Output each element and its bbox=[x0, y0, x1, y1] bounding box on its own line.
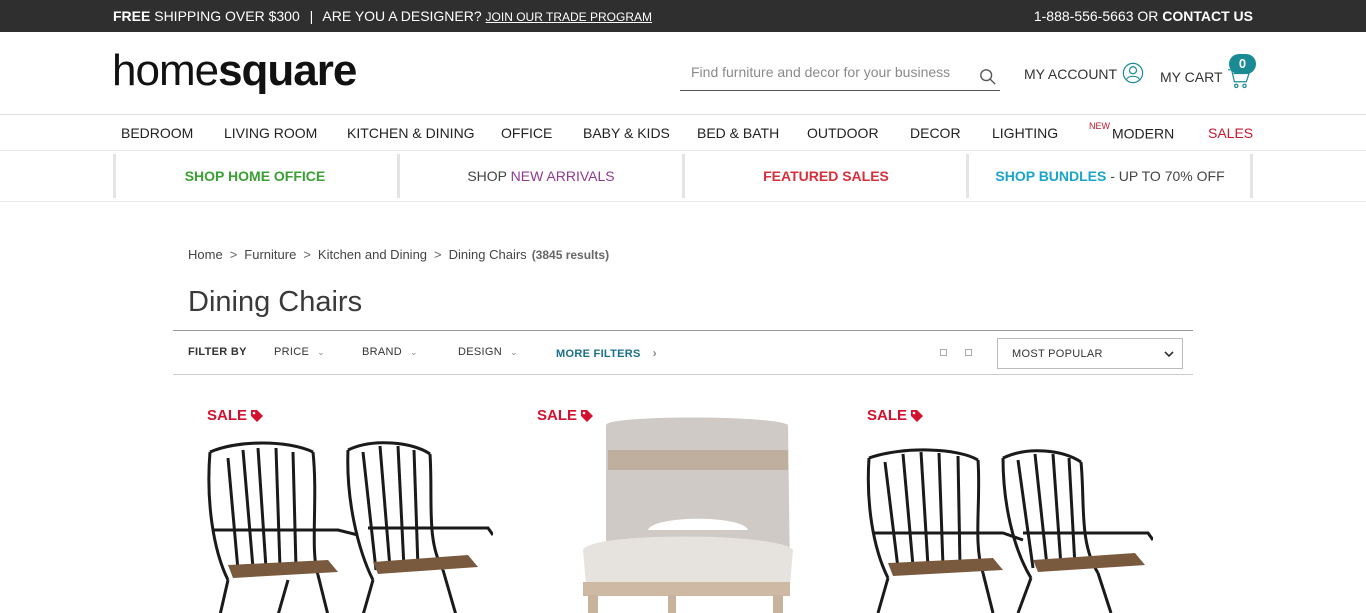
chevron-down-icon bbox=[1164, 351, 1174, 358]
sort-select[interactable]: MOST POPULAR bbox=[997, 338, 1183, 369]
promo-new-arrivals[interactable]: SHOP NEW ARRIVALS bbox=[399, 154, 683, 198]
account-label: MY ACCOUNT bbox=[1024, 66, 1118, 82]
bundles-suffix: - UP TO 70% OFF bbox=[1110, 168, 1225, 184]
chevron-down-icon: ⌄ bbox=[410, 347, 418, 357]
more-filters-label: MORE FILTERS bbox=[556, 348, 641, 360]
design-filter-label: DESIGN bbox=[458, 346, 502, 358]
sort-selected-value: MOST POPULAR bbox=[1012, 348, 1103, 360]
free-label: FREE bbox=[113, 8, 151, 24]
search-icon[interactable] bbox=[979, 68, 997, 86]
nav-item-decor[interactable]: DECOR bbox=[910, 125, 961, 141]
chevron-right-icon: › bbox=[652, 346, 657, 360]
breadcrumb-separator: > bbox=[434, 247, 442, 262]
cart-count-badge[interactable]: 0 bbox=[1229, 54, 1256, 74]
my-account-button[interactable]: MY ACCOUNT bbox=[1024, 62, 1144, 84]
nav-item-lighting[interactable]: LIGHTING bbox=[992, 125, 1058, 141]
breadcrumb-dining-chairs: Dining Chairs bbox=[448, 247, 527, 262]
search-box bbox=[680, 58, 1000, 91]
design-filter-dropdown[interactable]: DESIGN ⌄ bbox=[458, 346, 518, 358]
chevron-down-icon: ⌄ bbox=[509, 347, 518, 357]
product-card[interactable]: SALE bbox=[173, 400, 493, 613]
logo-text-light: home bbox=[112, 46, 219, 95]
trade-program-link[interactable]: JOIN OUR TRADE PROGRAM bbox=[486, 10, 652, 24]
logo-text-bold: square bbox=[218, 46, 357, 95]
homesquare-logo[interactable]: homesquare bbox=[112, 46, 357, 96]
page-title: Dining Chairs bbox=[188, 286, 363, 318]
main-navigation: BEDROOM LIVING ROOM KITCHEN & DINING OFF… bbox=[0, 114, 1366, 151]
promo-home-office[interactable]: SHOP HOME OFFICE bbox=[113, 154, 397, 198]
designer-text: ARE YOU A DESIGNER? bbox=[322, 8, 482, 24]
breadcrumb: Home > Furniture > Kitchen and Dining > Dining… bbox=[188, 247, 609, 262]
cart-label: MY CART bbox=[1160, 69, 1223, 85]
breadcrumb-home[interactable]: Home bbox=[188, 247, 223, 262]
top-announcement-bar: FREE SHIPPING OVER $300 | ARE YOU A DESI… bbox=[0, 0, 1366, 32]
nav-item-kitchen-dining[interactable]: KITCHEN & DINING bbox=[347, 125, 475, 141]
promo-strip: SHOP HOME OFFICE SHOP NEW ARRIVALS FEATU… bbox=[113, 152, 1253, 198]
filter-by-label: FILTER BY bbox=[188, 346, 247, 358]
product-card[interactable]: SALE bbox=[503, 400, 823, 613]
sale-badge: SALE bbox=[207, 407, 264, 424]
nav-item-living-room[interactable]: LIVING ROOM bbox=[224, 125, 317, 141]
grid-view-toggle[interactable] bbox=[940, 349, 947, 356]
contact-info: 1-888-556-5663 OR CONTACT US bbox=[1034, 8, 1253, 24]
chevron-down-icon: ⌄ bbox=[317, 347, 325, 357]
breadcrumb-separator: > bbox=[229, 247, 238, 262]
results-count: (3845 results) bbox=[531, 248, 610, 262]
new-badge: NEW bbox=[1089, 121, 1110, 131]
sale-label: SALE bbox=[867, 407, 908, 424]
product-image-woven-dining-chair[interactable] bbox=[578, 410, 798, 613]
nav-item-outdoor[interactable]: OUTDOOR bbox=[807, 125, 879, 141]
new-arrivals-prefix: SHOP bbox=[467, 168, 507, 184]
nav-item-sales[interactable]: SALES bbox=[1208, 125, 1253, 141]
breadcrumb-furniture[interactable]: Furniture bbox=[244, 247, 296, 262]
price-tag-icon bbox=[911, 409, 924, 422]
product-card[interactable]: SALE bbox=[833, 400, 1153, 613]
topbar-separator: | bbox=[309, 8, 314, 24]
more-filters-button[interactable]: MORE FILTERS › bbox=[556, 346, 657, 360]
brand-filter-dropdown[interactable]: BRAND ⌄ bbox=[362, 346, 418, 358]
nav-item-modern[interactable]: NEW MODERN bbox=[1089, 121, 1175, 142]
price-filter-dropdown[interactable]: PRICE ⌄ bbox=[274, 346, 325, 358]
new-arrivals-label: NEW ARRIVALS bbox=[510, 168, 615, 184]
modern-label: MODERN bbox=[1112, 125, 1175, 142]
sale-label: SALE bbox=[207, 407, 248, 424]
bundles-label: SHOP BUNDLES bbox=[995, 168, 1107, 184]
nav-item-bed-bath[interactable]: BED & BATH bbox=[697, 125, 779, 141]
nav-item-office[interactable]: OFFICE bbox=[501, 125, 552, 141]
nav-item-baby-kids[interactable]: BABY & KIDS bbox=[583, 125, 670, 141]
sale-badge: SALE bbox=[867, 407, 924, 424]
promo-bundles[interactable]: SHOP BUNDLES - UP TO 70% OFF bbox=[968, 154, 1252, 198]
price-filter-label: PRICE bbox=[274, 346, 310, 358]
shipping-promo: FREE SHIPPING OVER $300 | ARE YOU A DESI… bbox=[113, 8, 652, 24]
user-icon bbox=[1122, 62, 1144, 84]
promo-featured-sales[interactable]: FEATURED SALES bbox=[684, 154, 968, 198]
product-image-metal-windsor-chairs[interactable] bbox=[198, 440, 493, 613]
promo-divider bbox=[1250, 154, 1253, 198]
breadcrumb-kitchen-dining[interactable]: Kitchen and Dining bbox=[318, 247, 427, 262]
list-view-toggle[interactable] bbox=[965, 349, 972, 356]
product-image-metal-windsor-chairs[interactable] bbox=[863, 448, 1153, 613]
filter-bar: FILTER BY PRICE ⌄ BRAND ⌄ DESIGN ⌄ MORE FIL… bbox=[173, 330, 1193, 375]
brand-filter-label: BRAND bbox=[362, 346, 403, 358]
nav-item-bedroom[interactable]: BEDROOM bbox=[121, 125, 193, 141]
promo-divider-line bbox=[0, 201, 1366, 202]
sale-label: SALE bbox=[537, 407, 578, 424]
price-tag-icon bbox=[251, 409, 264, 422]
search-input[interactable] bbox=[691, 64, 971, 80]
phone-number[interactable]: 1-888-556-5663 OR bbox=[1034, 8, 1159, 24]
shipping-text: SHIPPING OVER $300 bbox=[154, 8, 300, 24]
contact-us-link[interactable]: CONTACT US bbox=[1162, 8, 1253, 24]
breadcrumb-separator: > bbox=[303, 247, 311, 262]
